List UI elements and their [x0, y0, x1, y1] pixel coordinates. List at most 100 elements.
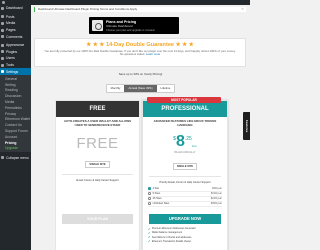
sidebar-item-dashboard[interactable]: Dashboard — [0, 5, 31, 12]
upgrade-now-button[interactable]: UPGRADE NOW — [149, 213, 221, 224]
your-plan-button[interactable]: YOUR PLAN — [62, 213, 133, 224]
plan-description: AUTO-CREATES A USER WALLET AND ALLOWS US… — [63, 119, 132, 127]
price-cents: .25 — [184, 136, 192, 142]
collapse-icon — [1, 156, 4, 160]
learn-more-link[interactable]: Learn more — [146, 52, 160, 56]
license-options: 1 Site $99/year 5 Sites $199/year 25 Sites… — [148, 187, 222, 207]
sidebar-item-label: Plugins — [6, 49, 18, 54]
features-tab-label: Features — [244, 119, 249, 133]
license-price: $249/year — [210, 197, 222, 201]
plan-card-professional: PROFESSIONAL ADVANCED FEATURES LIKE ERC2… — [142, 100, 228, 250]
billing-cycle-section: Save up to 33% on Yearly Pricing! Monthl… — [31, 72, 250, 94]
feature-text: Premium Ethereum Addresses Generator — [151, 227, 196, 231]
license-price: $99/year — [212, 187, 222, 191]
radio-button[interactable] — [148, 187, 151, 190]
support-text: Email, Forum & Help Center Support — [76, 178, 119, 182]
plan-name: FREE — [56, 101, 139, 117]
sidebar-item-users[interactable]: Users — [0, 55, 31, 62]
feature-text: Ethereum Transaction Details Viewer — [151, 239, 192, 243]
guarantee-text: You are fully protected by our 100% No-R… — [35, 48, 245, 57]
license-label: 25 Sites — [152, 197, 162, 201]
billing-option-annual[interactable]: Annual (Save 33%) — [124, 84, 157, 92]
plan-card-free: FREE AUTO-CREATES A USER WALLET AND ALLO… — [55, 100, 140, 250]
guarantee-body: You are fully protected by our 100% No-R… — [44, 48, 236, 57]
collapse-label: Collapse menu — [6, 155, 29, 160]
billing-option-lifetime[interactable]: Lifetime — [157, 85, 175, 92]
sidebar-item-posts[interactable]: Posts — [0, 14, 31, 21]
collapse-menu-button[interactable]: Collapse menu — [0, 154, 31, 161]
single-site-label[interactable]: SINGLE SITE — [172, 163, 198, 170]
sidebar-item-label: Tools — [6, 63, 14, 68]
wrench-icon — [1, 63, 4, 67]
users-icon — [1, 56, 4, 60]
sidebar-item-label: Pages — [6, 28, 16, 33]
dismiss-icon[interactable]: ✕ — [241, 7, 244, 12]
guarantee-title: ★ ★ ★ 14-Day Double Guarantee ★ ★ ★ — [86, 42, 194, 48]
license-price: $199/year — [210, 192, 222, 196]
features-side-tab[interactable]: Features — [243, 112, 250, 140]
sidebar-item-tools[interactable]: Tools — [0, 62, 31, 69]
single-site-label: SINGLE SITE — [85, 161, 110, 168]
sidebar-item-comments[interactable]: Comments — [0, 33, 31, 40]
price-amount: 8 — [175, 133, 185, 150]
plugin-icon — [1, 50, 4, 54]
notice-text: Dashboard Ultimate Dashboard Plugin Pric… — [38, 7, 138, 11]
sidebar-item-media[interactable]: Media — [0, 20, 31, 27]
plan-price: FREE — [76, 135, 119, 152]
guarantee-box: ★ ★ ★ 14-Day Double Guarantee ★ ★ ★ You … — [34, 38, 246, 67]
license-label: Unlimited Sites — [152, 202, 170, 206]
sidebar-item-label: Settings — [6, 69, 19, 74]
billing-option-monthly[interactable]: Monthly — [107, 85, 125, 92]
admin-sidebar: Dashboard Posts Media Pages Comments App… — [0, 5, 31, 250]
plan-name: PROFESSIONAL — [143, 101, 227, 117]
main-content: Dashboard Ultimate Dashboard Plugin Pric… — [31, 5, 250, 250]
sidebar-item-plugins[interactable]: Plugins — [0, 49, 31, 56]
admin-notice: Dashboard Ultimate Dashboard Plugin Pric… — [34, 7, 246, 12]
media-icon — [1, 21, 4, 25]
plans-header: Plans and Pricing Ultimate Dashboard Cho… — [89, 17, 179, 34]
submenu-item-upgrade[interactable]: Upgrade — [0, 146, 31, 152]
comments-icon — [1, 35, 4, 39]
plan-description: ADVANCED FEATURES LIKE ERC20 TOKENS HAND… — [153, 119, 217, 127]
settings-icon — [1, 70, 4, 74]
sidebar-item-label: Comments — [6, 34, 23, 39]
most-popular-badge: MOST POPULAR — [147, 97, 221, 103]
price-period: /mo — [191, 144, 197, 148]
sidebar-item-settings[interactable]: Settings — [0, 68, 31, 75]
pushpin-icon — [1, 15, 4, 19]
check-icon: ✔ — [148, 239, 151, 244]
sidebar-item-label: Dashboard — [6, 6, 23, 11]
sidebar-item-label: Appearance — [6, 43, 25, 48]
support-text: Priority Email, Forum & Help Center Supp… — [159, 180, 211, 184]
divider — [149, 176, 221, 177]
plan-price: $ 8 .25 /mo — [143, 134, 227, 150]
save-text: Save up to 33% on Yearly Pricing! — [118, 72, 163, 76]
plans-title: Plans and Pricing — [106, 19, 137, 24]
license-price: $999/year — [210, 202, 222, 206]
radio-button[interactable] — [148, 202, 151, 205]
billing-cycle-toggle: Monthly Annual (Save 33%) Lifetime — [105, 83, 176, 93]
sidebar-item-label: Media — [6, 21, 16, 26]
feature-text: Send Ethers to blocks and addresses — [151, 235, 192, 239]
wordpress-logo-icon[interactable] — [2, 1, 5, 4]
radio-button[interactable] — [148, 192, 151, 195]
feature-item: ✔ Ethereum Transaction Details Viewer — [148, 239, 222, 243]
pages-icon — [1, 28, 4, 32]
settings-submenu: General Writing Reading Discussion Media… — [0, 74, 31, 153]
plugin-name: Ultimate Dashboard — [106, 24, 133, 28]
dashboard-icon — [1, 6, 4, 10]
sidebar-item-label: Users — [6, 56, 15, 61]
license-option[interactable]: Unlimited Sites $999/year — [148, 202, 222, 207]
plans-tagline: Choose your plan and upgrade in minutes! — [106, 28, 155, 32]
plugin-logo-icon — [92, 20, 103, 31]
radio-button[interactable] — [148, 197, 151, 200]
license-label: 5 Sites — [152, 192, 161, 196]
brush-icon — [1, 43, 4, 47]
sidebar-item-label: Posts — [6, 14, 15, 19]
feature-text: Wallet balance management — [151, 231, 183, 235]
sidebar-item-pages[interactable]: Pages — [0, 27, 31, 34]
feature-list: ✔ Premium Ethereum Addresses Generator ✔ W… — [148, 227, 222, 244]
license-label: 1 Site — [152, 187, 159, 191]
divider — [62, 174, 133, 175]
sidebar-item-appearance[interactable]: Appearance — [0, 42, 31, 49]
